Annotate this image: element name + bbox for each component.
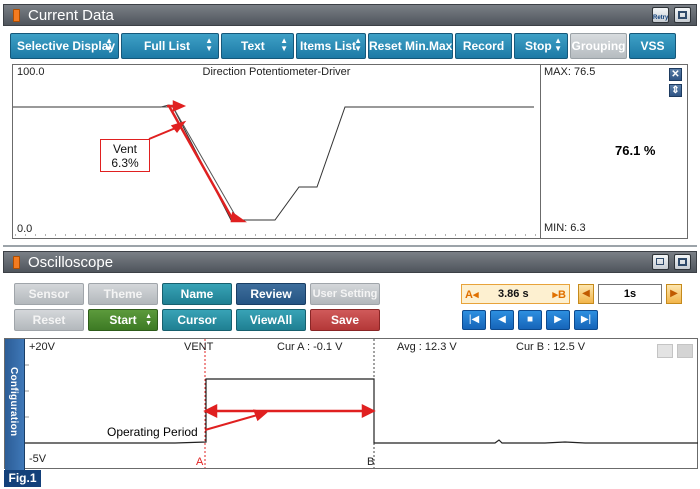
vss-button[interactable]: VSS [629, 33, 676, 59]
current-data-side-panel: MAX: 76.5 ✕ ⇕ 76.1 % MIN: 6.3 [541, 64, 688, 239]
stop-label: Stop [525, 39, 552, 53]
panel-marker-icon [13, 256, 20, 269]
user-setting-button[interactable]: User Setting [310, 283, 380, 305]
selective-display-dropdown[interactable]: Selective Display ▲ ▼ [10, 33, 119, 59]
current-data-titlebar: Current Data Retry [3, 4, 697, 26]
callout-line-1: Vent [112, 142, 138, 156]
figure-label: Fig.1 [4, 470, 41, 487]
cursor-time-display: A◂ 3.86 s ▸B [461, 284, 570, 304]
last-frame-icon[interactable]: ▶| [574, 310, 598, 330]
full-list-dropdown[interactable]: Full List ▲ ▼ [121, 33, 219, 59]
detach-button[interactable] [652, 254, 669, 270]
text-label: Text [241, 39, 265, 53]
average-readout: Avg : 12.3 V [397, 341, 457, 353]
period-leader [204, 413, 262, 431]
cursor-a-icon[interactable]: A◂ [465, 288, 478, 301]
channel-label: VENT [184, 341, 214, 353]
oscilloscope-display: Configuration +20V -5V VENT Cur A: -0.1… [4, 338, 698, 470]
vent-callout: Vent 6.3% [100, 139, 150, 172]
name-button[interactable]: Name [162, 283, 232, 305]
theme-button[interactable]: Theme [88, 283, 158, 305]
cursor-a-marker: A [196, 456, 204, 468]
detach-icon [656, 258, 664, 265]
configuration-tab-label: Configuration [8, 367, 19, 437]
configuration-tab[interactable]: Configuration [5, 339, 25, 470]
cursor-button[interactable]: Cursor [162, 309, 232, 331]
retry-button[interactable]: Retry [652, 7, 669, 23]
scope-bottom-label: -5V [29, 453, 47, 465]
review-button[interactable]: Review [236, 283, 306, 305]
maximize-icon [678, 258, 687, 266]
maximize-icon [678, 11, 687, 19]
oscilloscope-title: Oscilloscope [28, 254, 114, 271]
operating-period-label: Operating Period [107, 425, 198, 439]
maximize-button[interactable] [674, 7, 691, 23]
maximize-button[interactable] [674, 254, 691, 270]
graph-canvas [13, 100, 538, 236]
cursor-b-marker: B [367, 456, 375, 468]
record-button[interactable]: Record [455, 33, 512, 59]
cursor-b-readout: Cur B : 12.5 V [516, 341, 586, 353]
panel-marker-icon [13, 9, 20, 22]
view-all-button[interactable]: ViewAll [236, 309, 306, 331]
cursor-b-icon[interactable]: ▸B [553, 288, 566, 301]
period-arrow-head-left [203, 403, 218, 419]
selective-display-label: Selective Display [17, 39, 116, 53]
cursor-time-value: 3.86 s [498, 288, 529, 300]
oscilloscope-titlebar: Oscilloscope [3, 251, 697, 273]
time-div-decrease-icon[interactable]: ◀ [578, 284, 594, 304]
grouping-button[interactable]: Grouping [570, 33, 627, 59]
max-value-label: MAX: 76.5 [544, 66, 596, 78]
period-leader-head [253, 409, 268, 422]
start-dropdown[interactable]: Start ▲ ▼ [88, 309, 158, 331]
spinner-icon: ▲ ▼ [554, 36, 562, 53]
series-line-previous [161, 106, 236, 216]
reset-button[interactable]: Reset [14, 309, 84, 331]
scope-canvas [25, 339, 698, 468]
period-arrow-head-right [361, 403, 376, 419]
spinner-icon: ▲ ▼ [205, 36, 213, 53]
stop-dropdown[interactable]: Stop ▲ ▼ [514, 33, 568, 59]
scope-top-label: +20V [29, 341, 55, 353]
current-data-title: Current Data [28, 7, 114, 24]
retry-label: Retry [653, 15, 669, 21]
full-list-label: Full List [144, 39, 190, 53]
spinner-icon: ▲ ▼ [105, 36, 113, 53]
items-list-dropdown[interactable]: Items List ▲ ▼ [296, 33, 366, 59]
scan-tool-screen: Current Data Retry Selective Display ▲ ▼ … [0, 0, 700, 489]
close-icon[interactable]: ✕ [669, 68, 682, 81]
items-list-label: Items List [300, 39, 357, 53]
series-line [13, 104, 534, 221]
save-button[interactable]: Save [310, 309, 380, 331]
min-value-label: MIN: 6.3 [544, 222, 586, 234]
scope-zoom-icon[interactable] [677, 344, 693, 358]
callout-line-2: 6.3% [111, 156, 139, 170]
time-div-increase-icon[interactable]: ▶ [666, 284, 682, 304]
next-frame-icon[interactable]: ▶ [546, 310, 570, 330]
previous-frame-icon[interactable]: ◀ [490, 310, 514, 330]
stop-icon[interactable]: ■ [518, 310, 542, 330]
spinner-icon: ▲ ▼ [354, 36, 362, 53]
current-data-graph: 100.0 Direction Potentiometer-Driver 0.0 [12, 64, 541, 239]
reset-min-max-button[interactable]: Reset Min.Max [368, 33, 453, 59]
current-value: 76.1 % [615, 143, 656, 158]
first-frame-icon[interactable]: |◀ [462, 310, 486, 330]
sensor-button[interactable]: Sensor [14, 283, 84, 305]
time-div-field[interactable]: 1s [598, 284, 662, 304]
cursor-a-readout: Cur A : -0.1 V [277, 341, 343, 353]
scope-settings-icon[interactable] [657, 344, 673, 358]
start-label: Start [109, 313, 137, 327]
expand-icon[interactable]: ⇕ [669, 84, 682, 97]
text-dropdown[interactable]: Text ▲ ▼ [221, 33, 294, 59]
panel-divider [3, 245, 697, 247]
spinner-icon: ▲ ▼ [145, 313, 152, 327]
spinner-icon: ▲ ▼ [280, 36, 288, 53]
